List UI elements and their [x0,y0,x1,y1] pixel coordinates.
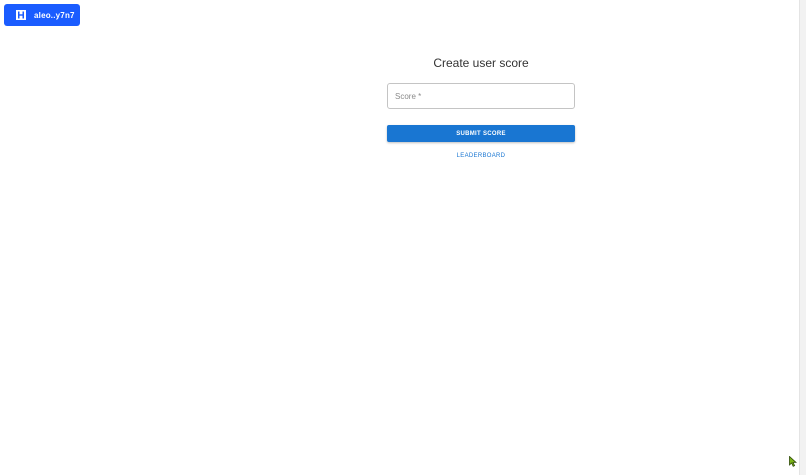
window-edge [799,0,806,475]
score-field[interactable] [387,83,575,109]
page-title: Create user score [433,56,529,70]
wallet-logo-icon [16,10,26,20]
leaderboard-link[interactable]: LEADERBOARD [387,153,575,159]
score-input[interactable] [388,84,574,108]
mouse-pointer-icon [789,456,797,467]
wallet-address-label: aleo..y7n7 [34,10,75,20]
wallet-connect-button[interactable]: aleo..y7n7 [4,4,80,26]
submit-score-button[interactable]: SUBMIT SCORE [387,125,575,142]
